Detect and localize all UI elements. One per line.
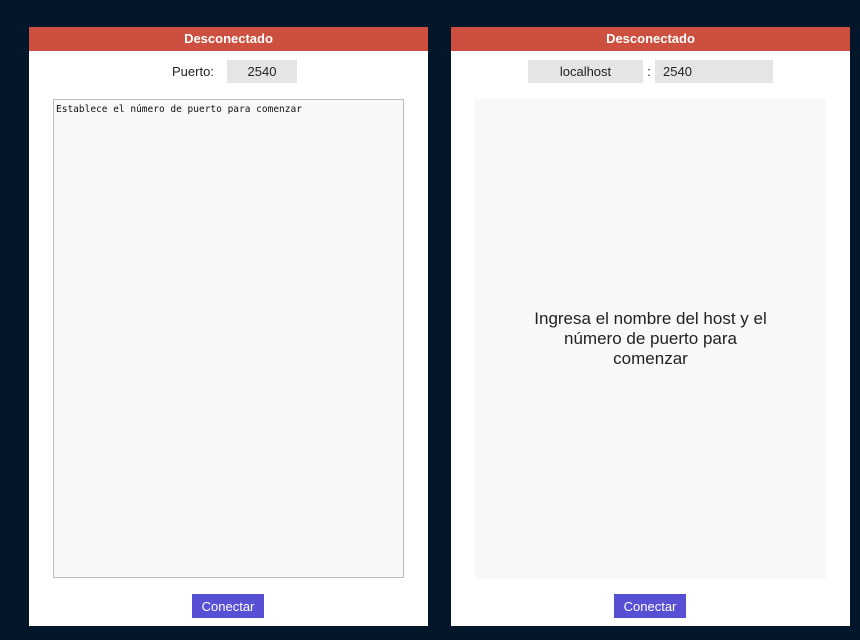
server-connect-button[interactable]: Conectar xyxy=(192,594,264,618)
client-message-area: Ingresa el nombre del host y el número d… xyxy=(475,99,826,579)
client-message-text: Ingresa el nombre del host y el número d… xyxy=(534,309,767,368)
client-panel: Desconectado : Ingresa el nombre del hos… xyxy=(451,27,850,626)
client-connect-button[interactable]: Conectar xyxy=(614,594,686,618)
client-port-input[interactable] xyxy=(655,60,773,83)
server-log-textarea[interactable]: Establece el número de puerto para comen… xyxy=(53,99,404,578)
host-port-separator: : xyxy=(647,64,651,79)
server-port-input[interactable] xyxy=(227,60,297,83)
server-port-row: Puerto: xyxy=(29,60,428,83)
client-status-bar: Desconectado xyxy=(451,27,850,51)
server-panel: Desconectado Puerto: Establece el número… xyxy=(29,27,428,626)
client-host-row: : xyxy=(451,60,850,83)
port-label: Puerto: xyxy=(172,64,214,79)
host-input[interactable] xyxy=(528,60,643,83)
server-status-bar: Desconectado xyxy=(29,27,428,51)
